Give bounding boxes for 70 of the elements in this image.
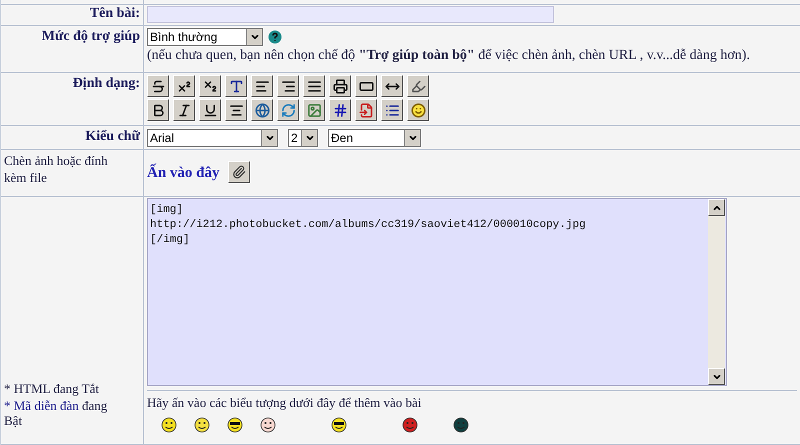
field-label: Tên bài:: [88, 5, 140, 23]
sunglasses-smiley-icon[interactable]: [227, 417, 243, 433]
image-button[interactable]: [303, 99, 325, 121]
align-left-icon: [254, 78, 270, 94]
hash-button[interactable]: [329, 99, 351, 121]
image-icon: [306, 102, 322, 118]
superscript-button[interactable]: [173, 75, 195, 97]
text-box-button[interactable]: [225, 75, 247, 97]
caret-icon: [250, 32, 260, 42]
align-center-icon: [228, 102, 244, 118]
align-justify-button[interactable]: [303, 75, 325, 97]
printer-icon: [332, 78, 348, 94]
smiley-button[interactable]: [407, 99, 429, 121]
smiley-icon[interactable]: [161, 417, 177, 433]
paperclip-icon: [232, 165, 246, 179]
cool-face-icon[interactable]: [331, 417, 347, 433]
align-right-icon: [280, 78, 296, 94]
blushing-face-icon[interactable]: [260, 417, 276, 433]
message-field[interactable]: [img] http://i212.photobucket.com/albums/cc319/saoviet412/000010copy.jpg [/img]: [147, 198, 727, 386]
list-icon: [384, 102, 400, 118]
italic-button[interactable]: [173, 99, 195, 121]
list-button[interactable]: [381, 99, 403, 121]
font-dropdown[interactable]: Arial: [147, 128, 278, 146]
italic-icon: [176, 102, 192, 118]
field-label: Mức độ trợ giúp: [40, 28, 140, 46]
file-input-button[interactable]: [355, 99, 377, 121]
align-left-button[interactable]: [251, 75, 273, 97]
strikethrough-icon: [150, 78, 166, 94]
underline-icon: [202, 102, 218, 118]
text-box-icon: [228, 78, 244, 94]
printer-button[interactable]: [329, 75, 351, 97]
help-icon[interactable]: [268, 30, 282, 44]
dark-face-icon[interactable]: [453, 417, 469, 433]
upload-link[interactable]: Ấn vào đây: [147, 164, 220, 182]
underline-button[interactable]: [199, 99, 221, 121]
grinning-face-icon[interactable]: [194, 417, 210, 433]
align-right-button[interactable]: [277, 75, 299, 97]
hash-icon: [332, 102, 348, 118]
color-dropdown[interactable]: Đen: [328, 128, 421, 146]
align-justify-icon: [306, 78, 322, 94]
html-status: * HTML đang Tắt: [4, 381, 100, 396]
bold-button[interactable]: [147, 99, 169, 121]
superscript-icon: [176, 78, 192, 94]
attach-label: Chèn ảnh hoặc đính kèm file: [4, 152, 109, 186]
title-input[interactable]: [147, 6, 554, 23]
scrollbar[interactable]: [708, 199, 725, 385]
subscript-icon: [202, 78, 218, 94]
help-hint: (nếu chưa quen, bạn nên chọn chế độ "Trợ giúp toàn bộ" để việc chèn ảnh, chèn URL , v.v...dễ dàng hơn).: [147, 48, 751, 64]
attach-button[interactable]: [228, 161, 250, 183]
text-field-button[interactable]: [355, 75, 377, 97]
globe-icon: [254, 102, 270, 118]
smilies-instruction: Hãy ấn vào các biểu tượng dưới đây để thêm vào bài: [147, 395, 422, 411]
field-label: Định dạng:: [72, 75, 140, 93]
forum-code-status: * Mã diễn đàn đang Bật: [4, 398, 108, 428]
refresh-button[interactable]: [277, 99, 299, 121]
globe-button[interactable]: [251, 99, 273, 121]
field-label: Kiểu chữ: [84, 128, 140, 146]
highlighter-button[interactable]: [407, 75, 429, 97]
strikethrough-button[interactable]: [147, 75, 169, 97]
help-level-dropdown[interactable]: Bình thường: [147, 28, 263, 46]
file-input-icon: [358, 102, 374, 118]
subscript-button[interactable]: [199, 75, 221, 97]
highlighter-icon: [410, 78, 426, 94]
angry-face-icon[interactable]: [402, 417, 418, 433]
refresh-icon: [280, 102, 296, 118]
size-dropdown[interactable]: 2: [288, 128, 318, 146]
align-center-button[interactable]: [225, 99, 247, 121]
smiley-icon: [410, 102, 426, 118]
forum-code-link[interactable]: Mã diễn đàn: [14, 398, 79, 413]
horizontal-rule-button[interactable]: [381, 75, 403, 97]
